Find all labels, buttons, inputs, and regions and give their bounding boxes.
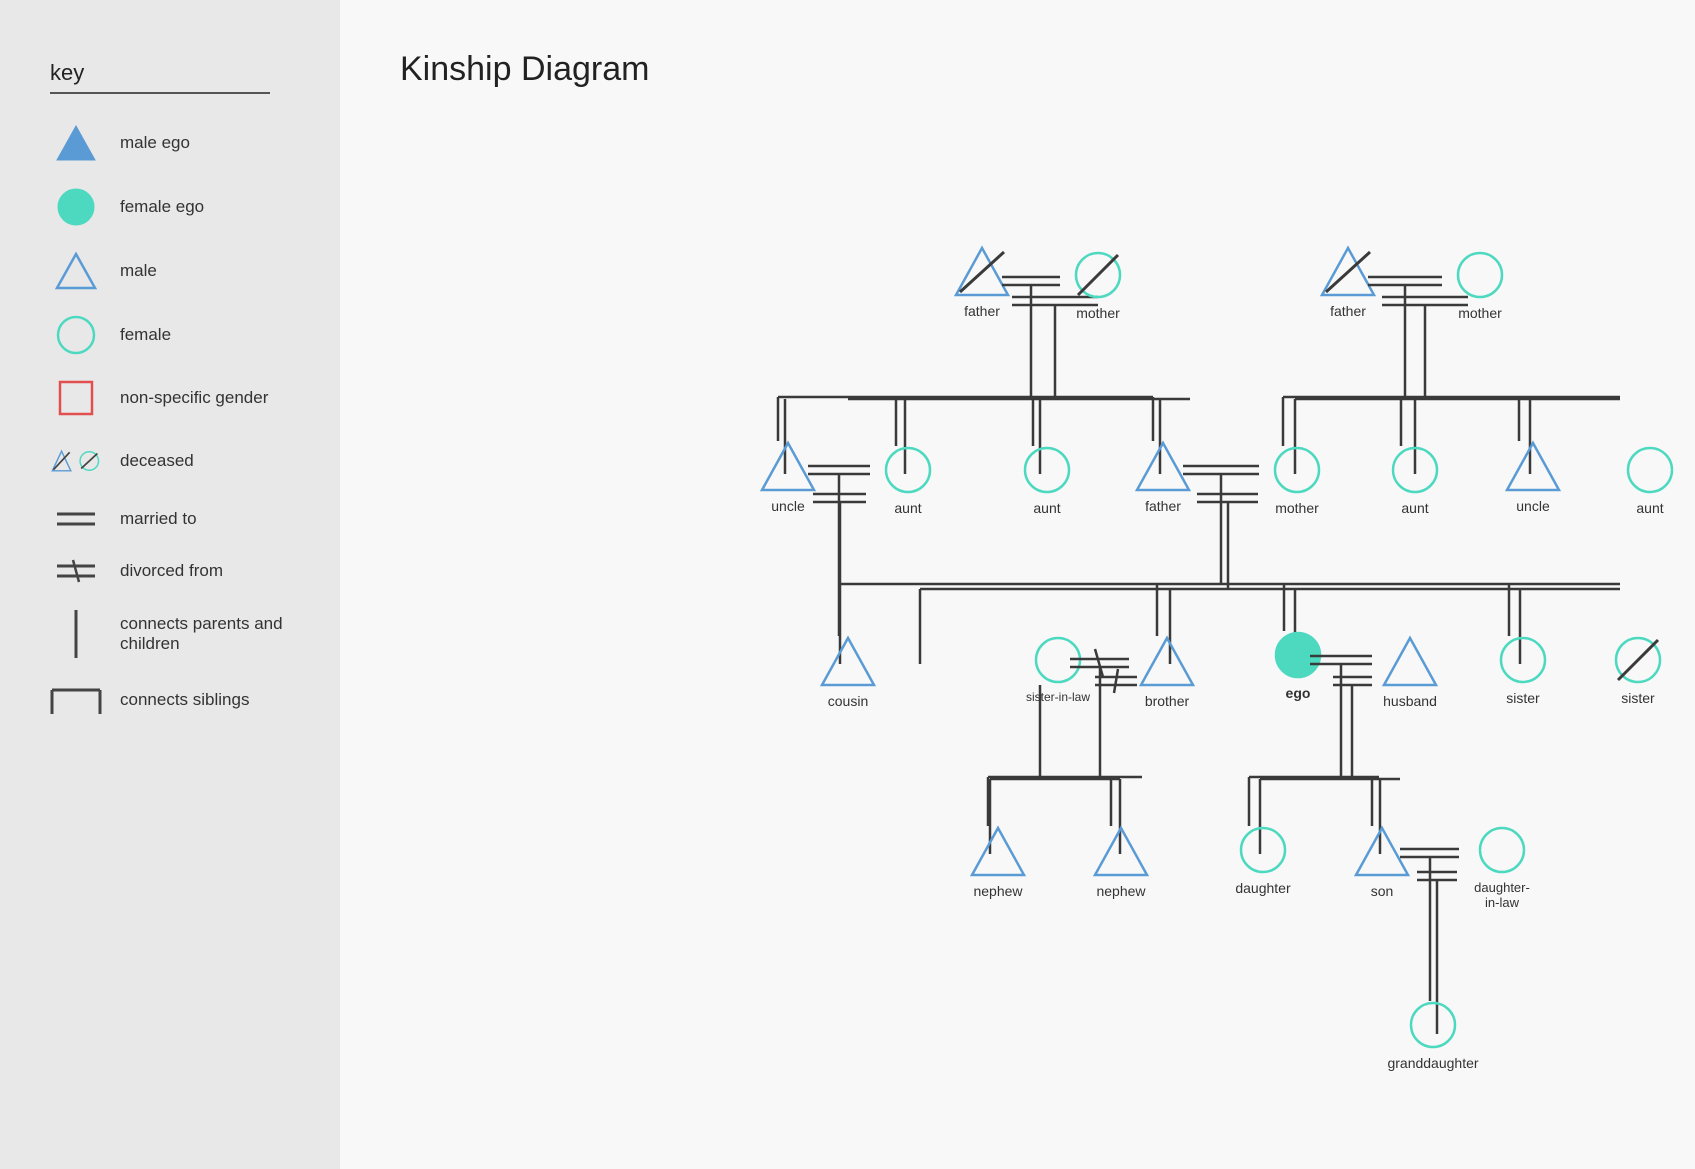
key-item-male-ego: male ego	[50, 122, 300, 164]
uncle2-label: uncle	[1516, 498, 1549, 514]
deceased-label: deceased	[120, 451, 194, 471]
nephew1-label: nephew	[973, 883, 1022, 899]
person-brother: brother	[1127, 634, 1207, 709]
person-aunt3: aunt	[1375, 444, 1455, 516]
key-item-parent-child: connects parents and children	[50, 608, 300, 660]
married-label: married to	[120, 509, 197, 529]
sidebar: key male ego female ego male	[0, 0, 340, 1169]
person-sister1: sister	[1483, 634, 1563, 706]
person-aunt2: aunt	[1007, 444, 1087, 516]
person-uncle1: uncle	[748, 439, 828, 514]
deceased-icon	[50, 440, 102, 482]
person-uncle2: uncle	[1493, 439, 1573, 514]
female-icon	[50, 314, 102, 356]
brother-label: brother	[1145, 693, 1189, 709]
mother-label: mother	[1275, 500, 1319, 516]
non-specific-label: non-specific gender	[120, 388, 268, 408]
main-content: Kinship Diagram .dl { stroke: #3a3a3a; s…	[340, 0, 1695, 1169]
key-item-deceased: deceased	[50, 440, 300, 482]
sisterinlaw-label: sister-in-law	[1026, 690, 1090, 704]
diagram-canvas: .dl { stroke: #3a3a3a; stroke-width: 2.5…	[400, 129, 1620, 1129]
key-item-non-specific: non-specific gender	[50, 378, 300, 418]
diagram-title: Kinship Diagram	[400, 50, 1655, 89]
uncle1-label: uncle	[771, 498, 804, 514]
person-son: son	[1342, 824, 1422, 899]
female-label: female	[120, 325, 171, 345]
person-aunt4: aunt	[1610, 444, 1690, 516]
sister1-label: sister	[1506, 690, 1539, 706]
married-icon	[50, 504, 102, 534]
key-divider	[50, 92, 270, 94]
key-item-siblings: connects siblings	[50, 682, 300, 718]
person-sisterinlaw: sister-in-law	[1018, 634, 1098, 704]
key-item-female-ego: female ego	[50, 186, 300, 228]
nephew2-label: nephew	[1096, 883, 1145, 899]
siblings-label: connects siblings	[120, 690, 249, 710]
person-sister2: sister	[1598, 634, 1678, 706]
person-nephew2: nephew	[1081, 824, 1161, 899]
male-icon	[50, 250, 102, 292]
gm1-label: mother	[1076, 305, 1120, 321]
person-aunt1: aunt	[868, 444, 948, 516]
gm2-label: mother	[1458, 305, 1502, 321]
person-gf2: father	[1308, 244, 1388, 319]
key-item-female: female	[50, 314, 300, 356]
gf1-label: father	[964, 303, 1000, 319]
key-item-male: male	[50, 250, 300, 292]
person-husband: husband	[1370, 634, 1450, 709]
ego-label: ego	[1286, 685, 1311, 701]
gf2-label: father	[1330, 303, 1366, 319]
husband-label: husband	[1383, 693, 1437, 709]
father-label: father	[1145, 498, 1181, 514]
aunt1-label: aunt	[894, 500, 921, 516]
male-ego-label: male ego	[120, 133, 190, 153]
non-specific-icon	[50, 378, 102, 418]
daughter-in-law-label: daughter-in-law	[1474, 880, 1530, 910]
sister2-label: sister	[1621, 690, 1654, 706]
key-item-married: married to	[50, 504, 300, 534]
aunt2-label: aunt	[1033, 500, 1060, 516]
person-gm2: mother	[1440, 249, 1520, 321]
person-gf1: father	[942, 244, 1022, 319]
divorced-icon	[50, 556, 102, 586]
person-father: father	[1123, 439, 1203, 514]
granddaughter-label: granddaughter	[1387, 1055, 1478, 1071]
key-item-divorced: divorced from	[50, 556, 300, 586]
person-daughter: daughter	[1223, 824, 1303, 896]
person-ego: ego	[1258, 629, 1338, 701]
aunt4-label: aunt	[1636, 500, 1663, 516]
son-label: son	[1371, 883, 1394, 899]
parent-child-label: connects parents and children	[120, 614, 300, 654]
daughter-label: daughter	[1235, 880, 1290, 896]
person-mother: mother	[1257, 444, 1337, 516]
female-ego-icon	[50, 186, 102, 228]
person-daughter-in-law: daughter-in-law	[1457, 824, 1547, 910]
key-title: key	[50, 60, 300, 86]
divorced-label: divorced from	[120, 561, 223, 581]
parent-child-icon	[50, 608, 102, 660]
person-nephew1: nephew	[958, 824, 1038, 899]
person-gm1: mother	[1058, 249, 1138, 321]
person-cousin: cousin	[808, 634, 888, 709]
siblings-icon	[50, 682, 102, 718]
male-label: male	[120, 261, 157, 281]
person-granddaughter: granddaughter	[1393, 999, 1473, 1071]
male-ego-icon	[50, 122, 102, 164]
female-ego-label: female ego	[120, 197, 204, 217]
cousin-label: cousin	[828, 693, 868, 709]
aunt3-label: aunt	[1401, 500, 1428, 516]
